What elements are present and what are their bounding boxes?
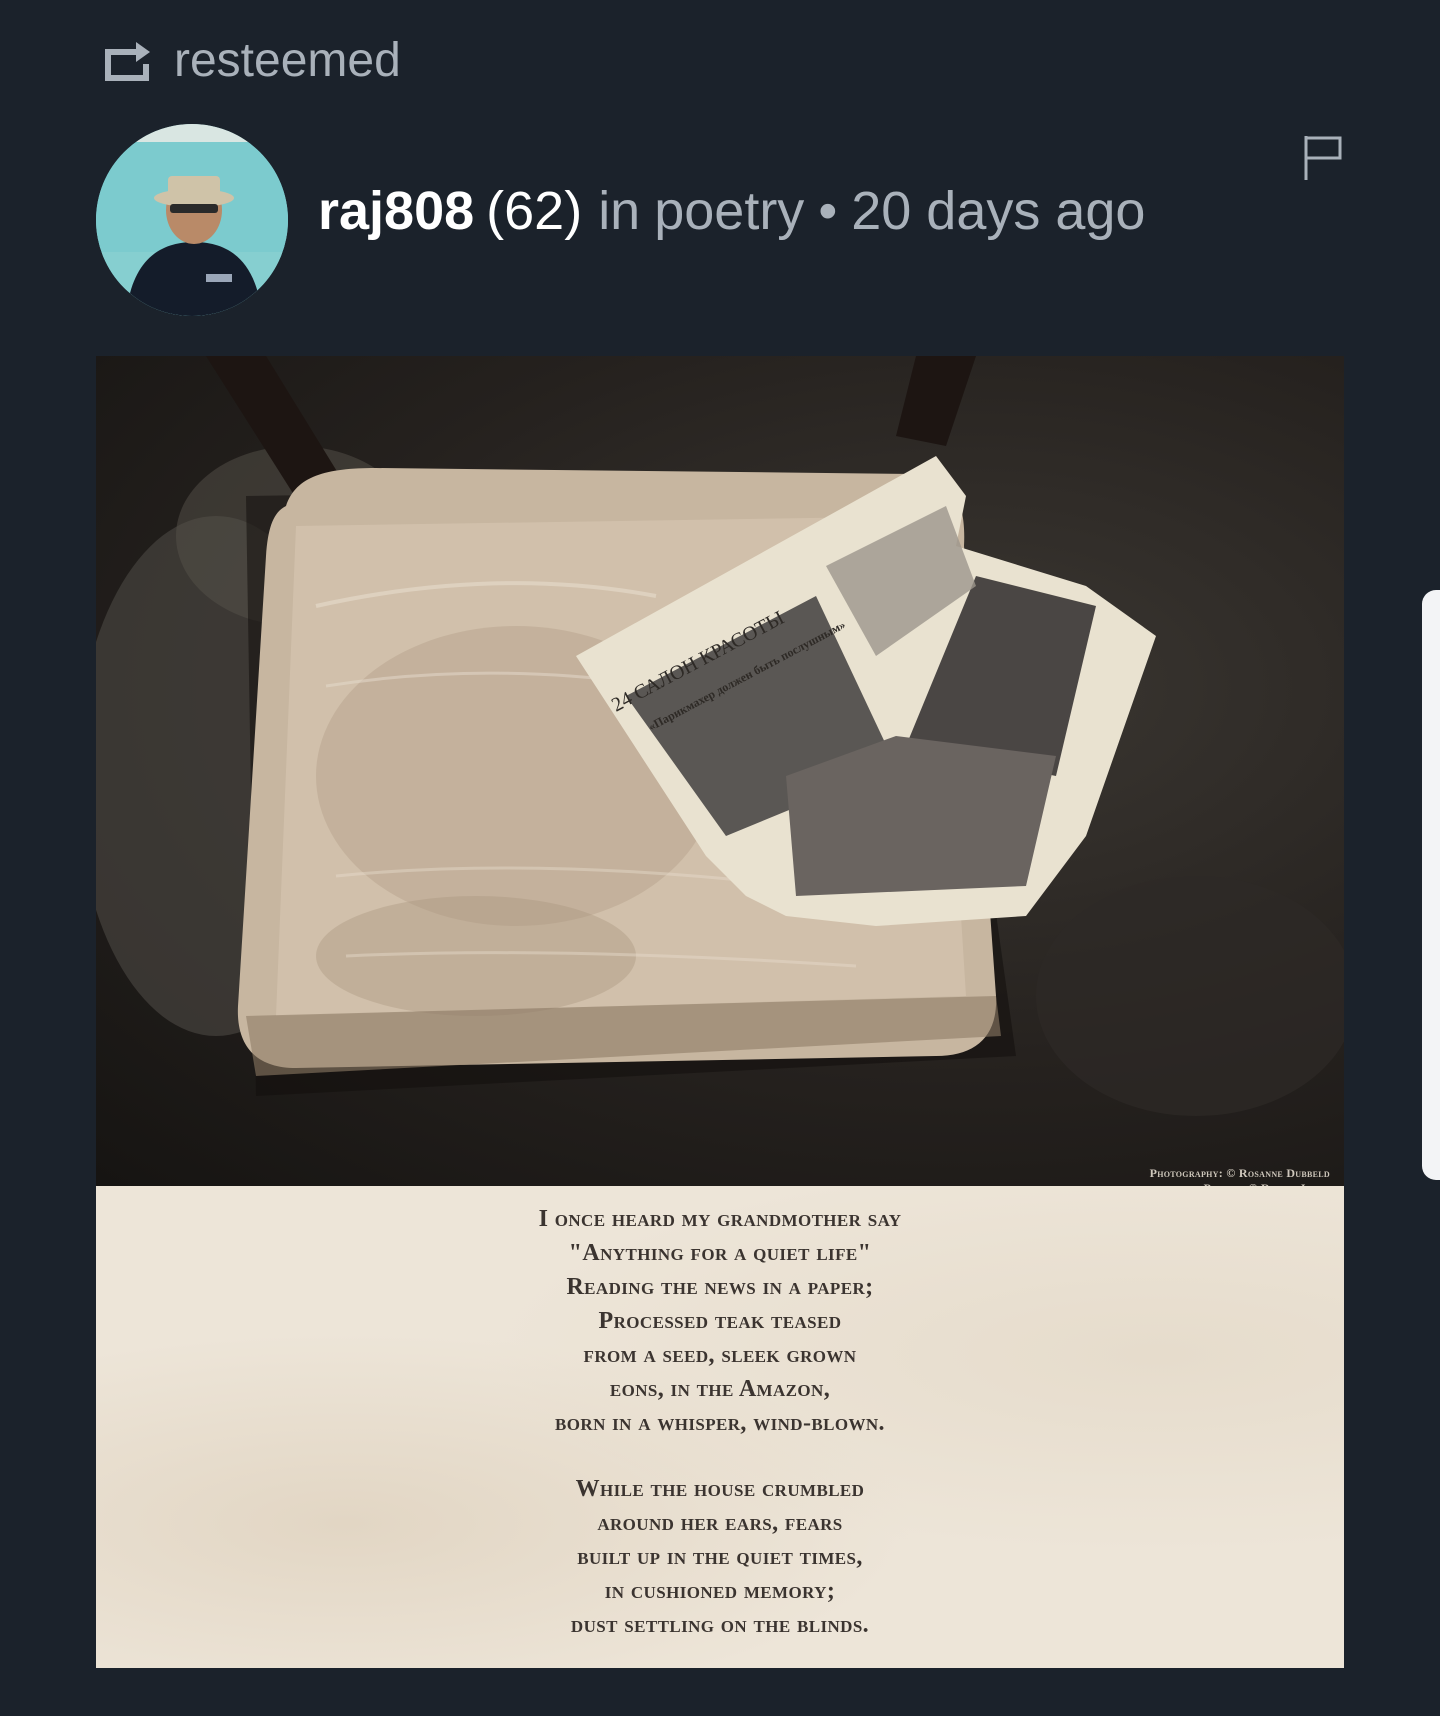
resteemed-indicator: resteemed	[104, 30, 401, 90]
photo-credit: Photography: © Rosanne Dubbeld	[1149, 1166, 1330, 1180]
chair-photo: 24 САЛОН КРАСОТЫ «Парикмахер должен быть…	[96, 356, 1344, 1195]
poem-line: dust settling on the blinds.	[570, 1612, 870, 1638]
author-avatar[interactable]	[96, 124, 288, 316]
byline-separator: •	[818, 181, 838, 241]
poem-line: Reading the news in a paper;	[566, 1274, 874, 1300]
post-image[interactable]: 24 САЛОН КРАСОТЫ «Парикмахер должен быть…	[96, 356, 1344, 1668]
poem-line: from a seed, sleek grown	[583, 1342, 857, 1368]
poem-line: eons, in the Amazon,	[609, 1376, 831, 1402]
resteem-icon	[104, 38, 156, 82]
scrollbar[interactable]	[1422, 590, 1440, 1180]
in-label: in	[598, 181, 641, 241]
poem-line: in cushioned memory;	[604, 1578, 836, 1604]
poem-area: I once heard my grandmother say "Anythin…	[96, 1186, 1344, 1668]
poem-text: I once heard my grandmother say "Anythin…	[96, 1202, 1344, 1642]
resteemed-label: resteemed	[174, 33, 401, 87]
author-name[interactable]: raj808	[318, 180, 474, 242]
poem-line: built up in the quiet times,	[577, 1544, 863, 1570]
flag-icon[interactable]	[1302, 134, 1344, 182]
post-byline: raj808 (62) in poetry • 20 days ago	[318, 180, 1145, 242]
poem-line: around her ears, fears	[597, 1510, 843, 1536]
poem-line: While the house crumbled	[575, 1476, 865, 1502]
poem-line: Processed teak teased	[598, 1308, 842, 1334]
author-reputation: (62)	[486, 181, 583, 241]
poem-line: born in a whisper, wind-blown.	[555, 1410, 885, 1436]
category-link[interactable]: poetry	[654, 180, 804, 242]
post-age[interactable]: 20 days ago	[851, 180, 1145, 242]
poem-line: I once heard my grandmother say	[538, 1206, 902, 1232]
poem-line: "Anything for a quiet life"	[568, 1240, 872, 1266]
stanza-gap	[96, 1440, 1344, 1472]
